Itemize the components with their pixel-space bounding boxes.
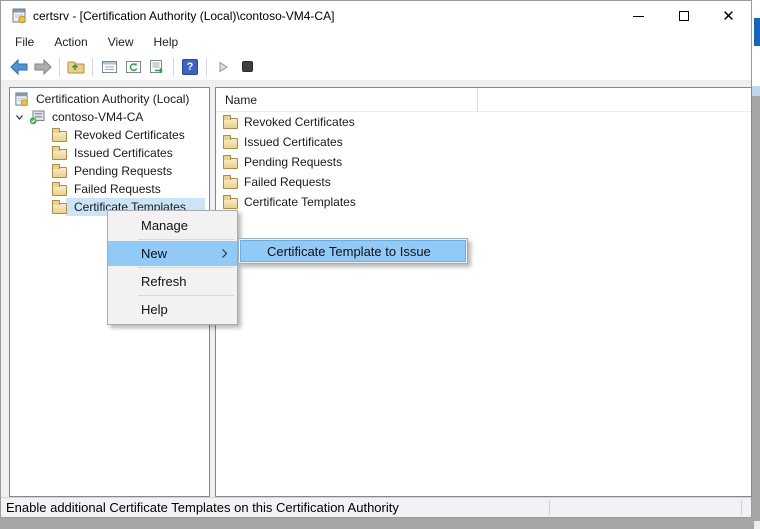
- status-separator: [741, 501, 742, 515]
- menu-bar: File Action View Help: [1, 31, 751, 53]
- close-icon: ✕: [722, 9, 735, 24]
- window-bottom-frame: [0, 518, 760, 529]
- toolbar-separator: [173, 58, 174, 76]
- forward-arrow-icon: [33, 59, 53, 75]
- certification-authority-icon: [14, 92, 29, 107]
- folder-icon: [223, 118, 238, 129]
- properties-window-icon: [101, 59, 118, 75]
- menu-help[interactable]: Help: [144, 31, 189, 53]
- context-menu-item-refresh[interactable]: Refresh: [108, 269, 237, 294]
- menu-file[interactable]: File: [1, 31, 44, 53]
- tree-item-label: contoso-VM4-CA: [50, 109, 145, 125]
- folder-icon: [223, 178, 238, 189]
- stop-service-button[interactable]: [235, 55, 259, 79]
- menu-item-label: New: [141, 246, 167, 261]
- minimize-button[interactable]: [616, 1, 661, 31]
- tree-item-failed-requests[interactable]: Failed Requests: [10, 180, 209, 198]
- list-header: Name: [216, 88, 751, 112]
- folder-icon: [52, 131, 67, 142]
- folder-icon: [52, 167, 67, 178]
- ca-server-icon: [29, 110, 45, 125]
- list-item-label: Revoked Certificates: [244, 115, 355, 129]
- list-item-label: Certificate Templates: [244, 195, 356, 209]
- tree-item-revoked-certificates[interactable]: Revoked Certificates: [10, 126, 209, 144]
- list-item-label: Pending Requests: [244, 155, 342, 169]
- context-menu-item-new[interactable]: New: [108, 241, 237, 266]
- background-gray: [752, 96, 760, 529]
- stop-icon: [242, 61, 253, 72]
- folder-icon: [223, 158, 238, 169]
- maximize-button[interactable]: [661, 1, 706, 31]
- folder-icon: [52, 203, 67, 214]
- show-console-tree-button[interactable]: [64, 55, 88, 79]
- list-item-pending-requests[interactable]: Pending Requests: [216, 152, 751, 172]
- chevron-down-icon[interactable]: [14, 112, 25, 123]
- menu-separator: [138, 295, 234, 296]
- column-header-name[interactable]: Name: [225, 88, 257, 112]
- toolbar-separator: [206, 58, 207, 76]
- minimize-icon: [633, 16, 644, 17]
- back-arrow-icon: [9, 59, 29, 75]
- certsrv-app-icon: [11, 8, 27, 24]
- list-item-certificate-templates[interactable]: Certificate Templates: [216, 192, 751, 212]
- context-menu: Manage New Refresh Help: [107, 210, 238, 325]
- close-button[interactable]: ✕: [706, 1, 751, 31]
- window-bottom-corner: [754, 521, 760, 529]
- background-blue-fragment: [754, 18, 760, 46]
- forward-button[interactable]: [31, 55, 55, 79]
- menu-separator: [138, 267, 234, 268]
- context-menu-item-help[interactable]: Help: [108, 297, 237, 322]
- screen: certsrv - [Certification Authority (Loca…: [0, 0, 760, 529]
- menu-separator: [138, 239, 234, 240]
- maximize-icon: [679, 11, 689, 21]
- tree-item-label: Issued Certificates: [72, 145, 175, 161]
- toolbar: ?: [1, 53, 751, 81]
- new-submenu: Certificate Template to Issue: [238, 238, 468, 264]
- status-bar: Enable additional Certificate Templates …: [1, 497, 751, 517]
- window-title: certsrv - [Certification Authority (Loca…: [33, 1, 334, 31]
- menu-action[interactable]: Action: [44, 31, 97, 53]
- tree-item-contoso-vm4-ca[interactable]: contoso-VM4-CA: [10, 108, 209, 126]
- export-list-icon: [149, 59, 166, 75]
- refresh-button[interactable]: [121, 55, 145, 79]
- tree-item-pending-requests[interactable]: Pending Requests: [10, 162, 209, 180]
- results-pane: Name Revoked Certificates Issued Certifi…: [215, 87, 752, 497]
- properties-button[interactable]: [97, 55, 121, 79]
- tree-item-label: Failed Requests: [72, 181, 163, 197]
- list-item-label: Issued Certificates: [244, 135, 343, 149]
- folder-icon: [52, 185, 67, 196]
- title-bar[interactable]: certsrv - [Certification Authority (Loca…: [1, 1, 751, 31]
- submenu-arrow-icon: [221, 248, 228, 259]
- column-divider[interactable]: [477, 88, 478, 112]
- folder-icon: [223, 198, 238, 209]
- back-button[interactable]: [7, 55, 31, 79]
- help-icon: ?: [182, 59, 198, 75]
- background-band: [752, 86, 760, 96]
- start-service-button[interactable]: [211, 55, 235, 79]
- submenu-item-certificate-template-to-issue[interactable]: Certificate Template to Issue: [240, 240, 466, 262]
- toolbar-separator: [59, 58, 60, 76]
- export-list-button[interactable]: [145, 55, 169, 79]
- list-item-label: Failed Requests: [244, 175, 331, 189]
- status-separator: [549, 501, 550, 515]
- tree-item-label: Pending Requests: [72, 163, 174, 179]
- list-item-revoked-certificates[interactable]: Revoked Certificates: [216, 112, 751, 132]
- tree-item-issued-certificates[interactable]: Issued Certificates: [10, 144, 209, 162]
- toolbar-separator: [92, 58, 93, 76]
- menu-view[interactable]: View: [98, 31, 144, 53]
- tree-item-certification-authority-local[interactable]: Certification Authority (Local): [10, 90, 209, 108]
- list-item-failed-requests[interactable]: Failed Requests: [216, 172, 751, 192]
- status-text: Enable additional Certificate Templates …: [6, 498, 399, 518]
- folder-up-icon: [67, 58, 85, 75]
- refresh-icon: [125, 59, 142, 75]
- help-button[interactable]: ?: [178, 55, 202, 79]
- tree-item-label: Certification Authority (Local): [34, 91, 191, 107]
- folder-icon: [223, 138, 238, 149]
- folder-icon: [52, 149, 67, 160]
- play-icon: [216, 60, 230, 74]
- list-item-issued-certificates[interactable]: Issued Certificates: [216, 132, 751, 152]
- tree-item-label: Revoked Certificates: [72, 127, 187, 143]
- context-menu-item-manage[interactable]: Manage: [108, 213, 237, 238]
